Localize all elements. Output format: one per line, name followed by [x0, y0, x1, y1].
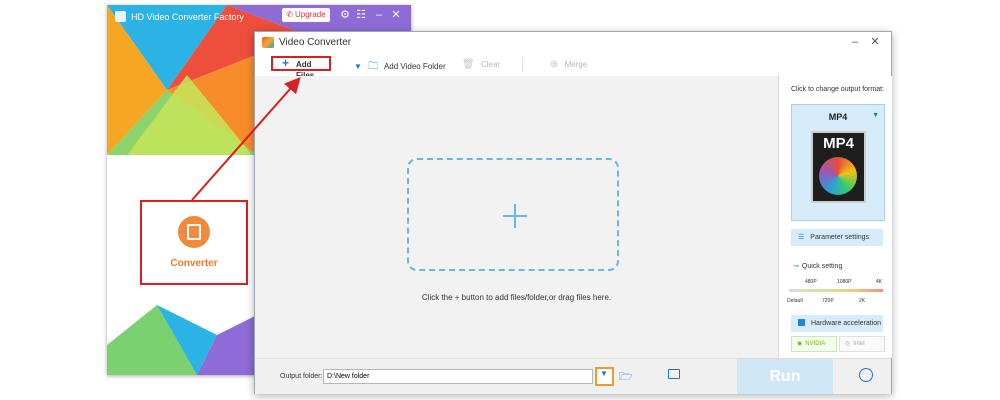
clear-button[interactable]: 🗑 Clear	[462, 59, 500, 70]
chevron-down-icon: ▼	[600, 369, 608, 378]
upgrade-button[interactable]: ✆ Upgrade	[282, 8, 330, 22]
file-drop-area[interactable]: Click the + button to add files/folder,o…	[255, 76, 778, 358]
add-files-button[interactable]: + Add Files	[271, 56, 331, 80]
drop-hint-text: Click the + button to add files/folder,o…	[421, 293, 612, 302]
plus-icon[interactable]	[503, 204, 527, 228]
folder-add-icon: 🗀	[368, 61, 379, 72]
slider-icon: ⊸	[793, 263, 799, 270]
intel-label: Intel	[853, 341, 865, 347]
output-settings-panel: Click to change output format: MP4 ▼ MP4…	[778, 76, 892, 358]
back-window-title: HD Video Converter Factory	[131, 12, 244, 22]
open-output-folder-icon[interactable]	[668, 369, 680, 379]
converter-tile[interactable]: Converter	[140, 200, 248, 285]
chip-icon	[798, 319, 805, 326]
merge-button[interactable]: ⊕ Merge	[550, 59, 587, 70]
phone-icon: ✆	[286, 10, 293, 19]
film-reel-icon	[819, 157, 857, 195]
browse-folder-icon[interactable]: 🗁	[619, 368, 633, 387]
upgrade-label: Upgrade	[295, 10, 326, 19]
plus-icon: +	[282, 56, 290, 70]
quick-setting-text: Quick setting	[801, 263, 843, 270]
format-hint: Click to change output format:	[791, 86, 884, 93]
gear-icon[interactable]: ⚙	[339, 9, 351, 21]
hardware-acceleration-toggle[interactable]: Hardware acceleration	[791, 315, 883, 332]
toolbar-divider	[522, 58, 523, 72]
output-folder-label: Output folder:	[280, 373, 323, 380]
add-video-folder-label: Add Video Folder	[383, 62, 446, 71]
intel-option[interactable]: ◎ Intel	[839, 336, 885, 352]
quality-tick-4k: 4K	[876, 279, 883, 285]
run-button[interactable]: Run	[737, 359, 833, 394]
quality-tick-2k: 2K	[859, 298, 866, 304]
quality-tick-480p: 480P	[805, 279, 817, 285]
merge-label: Merge	[564, 60, 588, 69]
output-folder-dropdown-button[interactable]: ▼	[595, 367, 614, 386]
quality-slider[interactable]	[789, 289, 883, 292]
intel-icon: ◎	[845, 341, 851, 347]
bottom-bar: Output folder: D:\New folder ▼ 🗁 Run	[255, 358, 891, 394]
mp4-thumb-label: MP4	[823, 135, 854, 152]
chevron-down-icon: ▼	[872, 112, 879, 119]
parameter-settings-button[interactable]: ☰ Parameter settings	[791, 229, 883, 246]
close-icon[interactable]: ✕	[868, 35, 882, 49]
quality-tick-1080p: 1080P	[837, 279, 852, 285]
toolbar: + Add Files ▼ 🗀 Add Video Folder 🗑 Clear…	[255, 54, 891, 80]
output-folder-field[interactable]: D:\New folder	[323, 369, 593, 384]
clear-label: Clear	[480, 60, 501, 69]
film-icon	[178, 216, 210, 248]
format-name: MP4	[828, 112, 848, 122]
output-format-selector[interactable]: MP4 ▼ MP4	[791, 104, 885, 221]
video-converter-window: Video Converter – ✕ + Add Files ▼ 🗀 Add …	[254, 31, 892, 394]
minimize-icon[interactable]: –	[848, 35, 862, 49]
app-logo-icon	[115, 11, 126, 22]
close-icon[interactable]: ✕	[390, 9, 402, 21]
merge-icon: ⊕	[550, 59, 559, 70]
minimize-icon[interactable]: –	[373, 9, 385, 21]
quality-tick-default: Default	[787, 298, 803, 304]
app-logo-icon	[262, 37, 274, 48]
hardware-acceleration-label: Hardware acceleration	[811, 320, 882, 327]
nvidia-icon: ◉	[797, 341, 803, 347]
alarm-icon[interactable]	[859, 368, 873, 382]
nvidia-option[interactable]: ◉ NVIDIA	[791, 336, 837, 352]
add-files-drop-zone[interactable]	[407, 158, 619, 271]
converter-label: Converter	[170, 258, 218, 269]
parameter-settings-label: Parameter settings	[810, 234, 870, 241]
chevron-down-icon: ▼	[354, 62, 362, 71]
main-title-bar: Video Converter – ✕	[255, 32, 891, 54]
mp4-format-thumbnail: MP4	[811, 131, 866, 203]
menu-icon[interactable]: ☷	[355, 9, 367, 21]
nvidia-label: NVIDIA	[805, 341, 826, 347]
quality-tick-720p: 720P	[822, 298, 834, 304]
quick-setting-label: ⊸ Quick setting	[793, 262, 842, 270]
trash-icon: 🗑	[462, 59, 475, 70]
add-video-folder-button[interactable]: ▼ 🗀 Add Video Folder	[354, 59, 446, 76]
main-window-title: Video Converter	[279, 37, 352, 48]
sliders-icon: ☰	[798, 234, 805, 241]
